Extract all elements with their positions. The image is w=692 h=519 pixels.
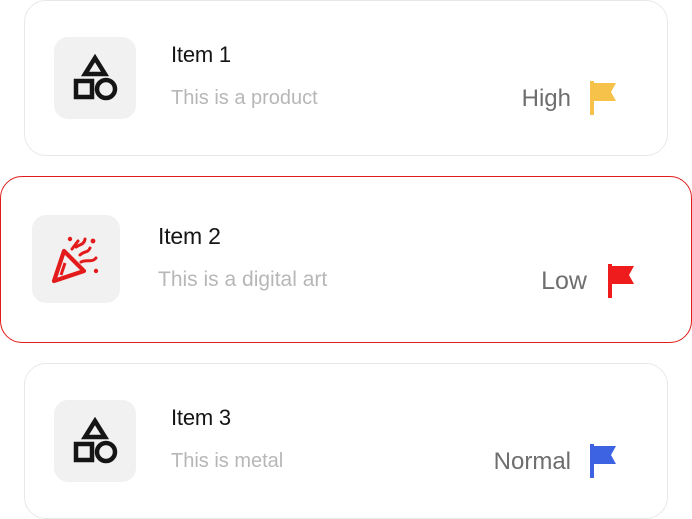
item-title: Item 2 [158,223,221,249]
priority-label: Normal [493,448,571,475]
item-description: This is a digital art [158,268,328,291]
item-thumbnail [54,400,136,482]
flag-icon[interactable] [590,444,620,478]
flag-icon[interactable] [590,81,620,115]
item-thumbnail [32,215,120,303]
list-item[interactable]: Item 3 This is metal Normal [24,363,668,519]
priority-label: High [521,85,571,112]
item-title: Item 3 [171,405,231,430]
list-item-selected[interactable]: Item 2 This is a digital art Low [0,176,692,343]
shapes-icon [73,54,118,101]
party-popper-icon [51,236,99,284]
item-title: Item 1 [171,42,231,67]
shapes-icon [73,417,118,464]
item-thumbnail [54,37,136,119]
list-item[interactable]: Item 1 This is a product High [24,0,668,156]
flag-icon[interactable] [608,264,638,298]
item-description: This is a product [171,87,318,109]
priority-label: Low [541,267,587,295]
item-description: This is metal [171,450,284,472]
